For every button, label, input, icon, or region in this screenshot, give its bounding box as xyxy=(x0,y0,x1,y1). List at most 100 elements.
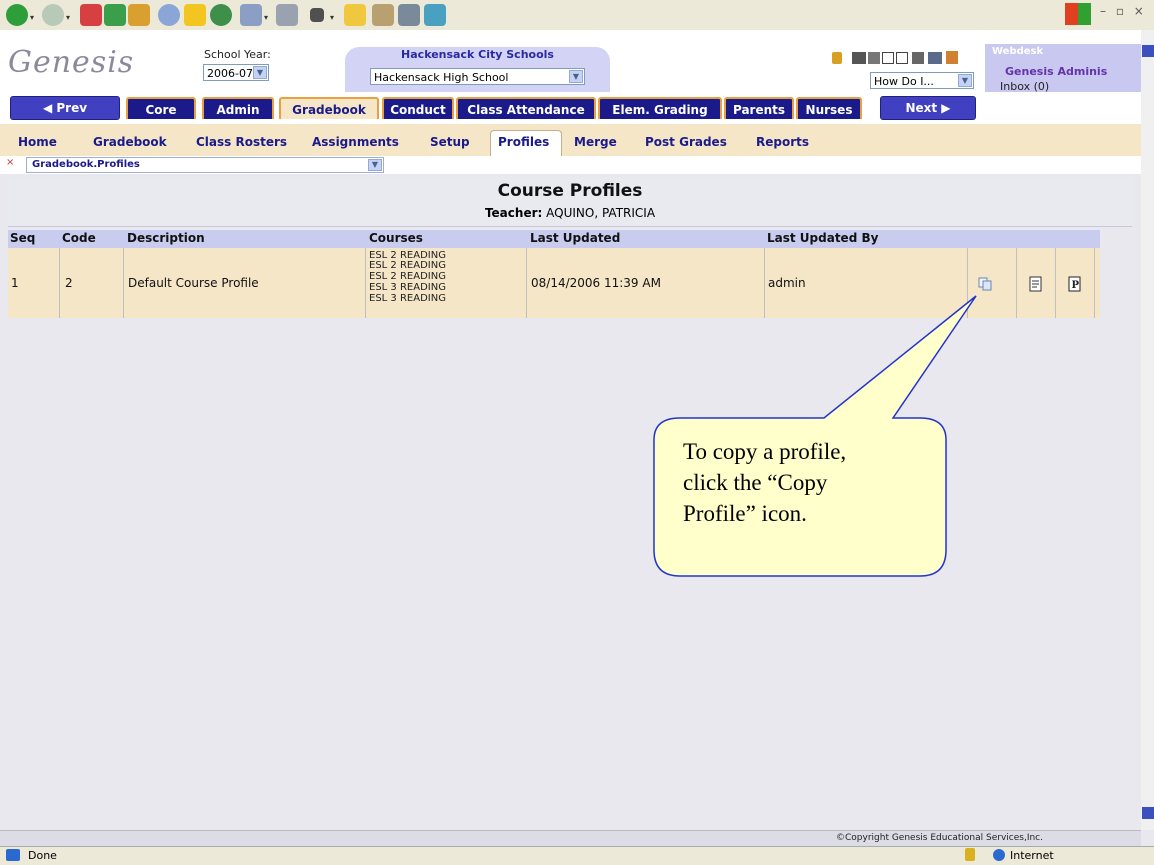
page-icon xyxy=(6,849,20,861)
scroll-down-icon[interactable] xyxy=(1142,807,1154,819)
cell-course: ESL 2 READING xyxy=(369,260,446,271)
tab-core[interactable]: Core xyxy=(126,97,196,119)
genesis-logo: Genesis xyxy=(8,45,135,80)
forward-icon[interactable] xyxy=(42,4,64,26)
print-icon[interactable] xyxy=(276,4,298,26)
chevron-down-icon: ▼ xyxy=(368,159,382,171)
school-year-label: School Year: xyxy=(204,48,271,61)
callout-text: To copy a profile, click the “Copy Profi… xyxy=(683,436,933,529)
webdesk-label: Webdesk xyxy=(992,46,1044,57)
tab-admin[interactable]: Admin xyxy=(202,97,274,119)
subnav-post-grades[interactable]: Post Grades xyxy=(645,135,727,149)
help-icon[interactable] xyxy=(896,52,908,64)
cell-divider xyxy=(1016,248,1017,318)
back-icon[interactable] xyxy=(6,4,28,26)
district-name: Hackensack City Schools xyxy=(401,48,554,61)
school-year-select[interactable]: 2006-07 ▼ xyxy=(203,64,269,81)
tab-class-attendance[interactable]: Class Attendance xyxy=(456,97,596,119)
edit-profile-icon[interactable] xyxy=(1028,276,1044,292)
callout-line: Profile” icon. xyxy=(683,501,807,526)
vertical-scrollbar[interactable] xyxy=(1141,30,1154,830)
column-header-courses[interactable]: Courses xyxy=(369,231,423,245)
next-button[interactable]: Next ▶ xyxy=(880,96,976,120)
globe-icon xyxy=(993,849,1005,861)
browser-toolbar: ▾ ▾ ▾ ▾ – ▫ × xyxy=(0,0,1154,31)
callout-line: click the “Copy xyxy=(683,470,828,495)
computer-icon[interactable] xyxy=(928,52,942,64)
subnav-home[interactable]: Home xyxy=(18,135,57,149)
callout-bubble xyxy=(653,295,977,577)
tab-parents[interactable]: Parents xyxy=(724,97,794,119)
column-header-last-updated-by[interactable]: Last Updated By xyxy=(767,231,878,245)
column-header-description[interactable]: Description xyxy=(127,231,205,245)
chevron-down-icon: ▼ xyxy=(253,66,267,79)
teacher-line: Teacher: AQUINO, PATRICIA xyxy=(8,206,1132,220)
school-year-value: 2006-07 xyxy=(207,67,253,80)
cell-course: ESL 3 READING xyxy=(369,282,446,293)
cell-divider xyxy=(365,248,366,318)
security-zone: Internet xyxy=(1010,849,1054,862)
copyright-text: ©Copyright Genesis Educational Services,… xyxy=(836,833,1043,843)
chevron-down-icon: ▼ xyxy=(569,70,583,83)
chevron-down-icon: ▼ xyxy=(958,74,972,87)
teacher-label: Teacher: xyxy=(484,206,543,220)
page-title: Course Profiles xyxy=(497,181,643,201)
column-header-last-updated[interactable]: Last Updated xyxy=(530,231,620,245)
cell-description[interactable]: Default Course Profile xyxy=(128,276,259,290)
user-name[interactable]: Genesis Adminis xyxy=(1005,65,1107,78)
column-header-code[interactable]: Code xyxy=(62,231,96,245)
scroll-up-icon[interactable] xyxy=(1142,45,1154,57)
tab-nurses[interactable]: Nurses xyxy=(796,97,862,119)
stop-icon[interactable] xyxy=(80,4,102,26)
search-icon[interactable] xyxy=(158,4,180,26)
cell-divider xyxy=(123,248,124,318)
edit-icon[interactable] xyxy=(310,8,324,22)
mail-dropdown-icon[interactable]: ▾ xyxy=(264,13,268,22)
sub-nav xyxy=(0,124,1145,156)
info-icon[interactable] xyxy=(882,52,894,64)
edit-dropdown-icon[interactable]: ▾ xyxy=(330,13,334,22)
subnav-assignments[interactable]: Assignments xyxy=(312,135,399,149)
print-profile-icon[interactable]: P xyxy=(1067,276,1083,292)
prev-button[interactable]: ◀ Prev xyxy=(10,96,120,120)
research-icon[interactable] xyxy=(372,4,394,26)
subnav-class-rosters[interactable]: Class Rosters xyxy=(196,135,287,149)
column-header-seq[interactable]: Seq xyxy=(10,231,35,245)
lock-icon[interactable] xyxy=(832,52,842,64)
how-do-i-select[interactable]: How Do I... ▼ xyxy=(870,72,974,89)
close-icon[interactable]: × xyxy=(6,157,14,168)
subnav-reports[interactable]: Reports xyxy=(756,135,809,149)
history-icon[interactable] xyxy=(210,4,232,26)
school-value: Hackensack High School xyxy=(374,71,509,84)
favorites-icon[interactable] xyxy=(184,4,206,26)
discuss-icon[interactable] xyxy=(344,4,366,26)
back-nav-icon[interactable] xyxy=(868,52,880,64)
tab-conduct[interactable]: Conduct xyxy=(382,97,454,119)
subnav-gradebook[interactable]: Gradebook xyxy=(93,135,167,149)
logout-icon[interactable] xyxy=(946,51,958,64)
cell-seq: 1 xyxy=(11,276,19,290)
school-select[interactable]: Hackensack High School ▼ xyxy=(370,68,585,85)
refresh-icon[interactable] xyxy=(104,4,126,26)
forward-dropdown-icon[interactable]: ▾ xyxy=(66,13,70,22)
subnav-setup[interactable]: Setup xyxy=(430,135,470,149)
how-do-i-value: How Do I... xyxy=(874,75,934,88)
teacher-name: AQUINO, PATRICIA xyxy=(546,206,656,220)
tab-gradebook[interactable]: Gradebook xyxy=(279,97,379,119)
mail-icon[interactable] xyxy=(240,4,262,26)
home-icon[interactable] xyxy=(128,4,150,26)
users-icon[interactable] xyxy=(424,4,446,26)
window-controls[interactable]: – ▫ × xyxy=(1100,4,1147,18)
content-gutter xyxy=(1100,230,1132,830)
tab-elem-grading[interactable]: Elem. Grading xyxy=(598,97,722,119)
cell-divider xyxy=(1055,248,1056,318)
home-nav-icon[interactable] xyxy=(852,52,866,64)
status-text: Done xyxy=(28,849,57,862)
subnav-profiles[interactable]: Profiles xyxy=(498,135,549,149)
cell-last-updated: 08/14/2006 11:39 AM xyxy=(531,276,661,290)
printer-icon[interactable] xyxy=(912,52,924,64)
subnav-merge[interactable]: Merge xyxy=(574,135,617,149)
cell-divider xyxy=(526,248,527,318)
messenger-icon[interactable] xyxy=(398,4,420,26)
back-dropdown-icon[interactable]: ▾ xyxy=(30,13,34,22)
